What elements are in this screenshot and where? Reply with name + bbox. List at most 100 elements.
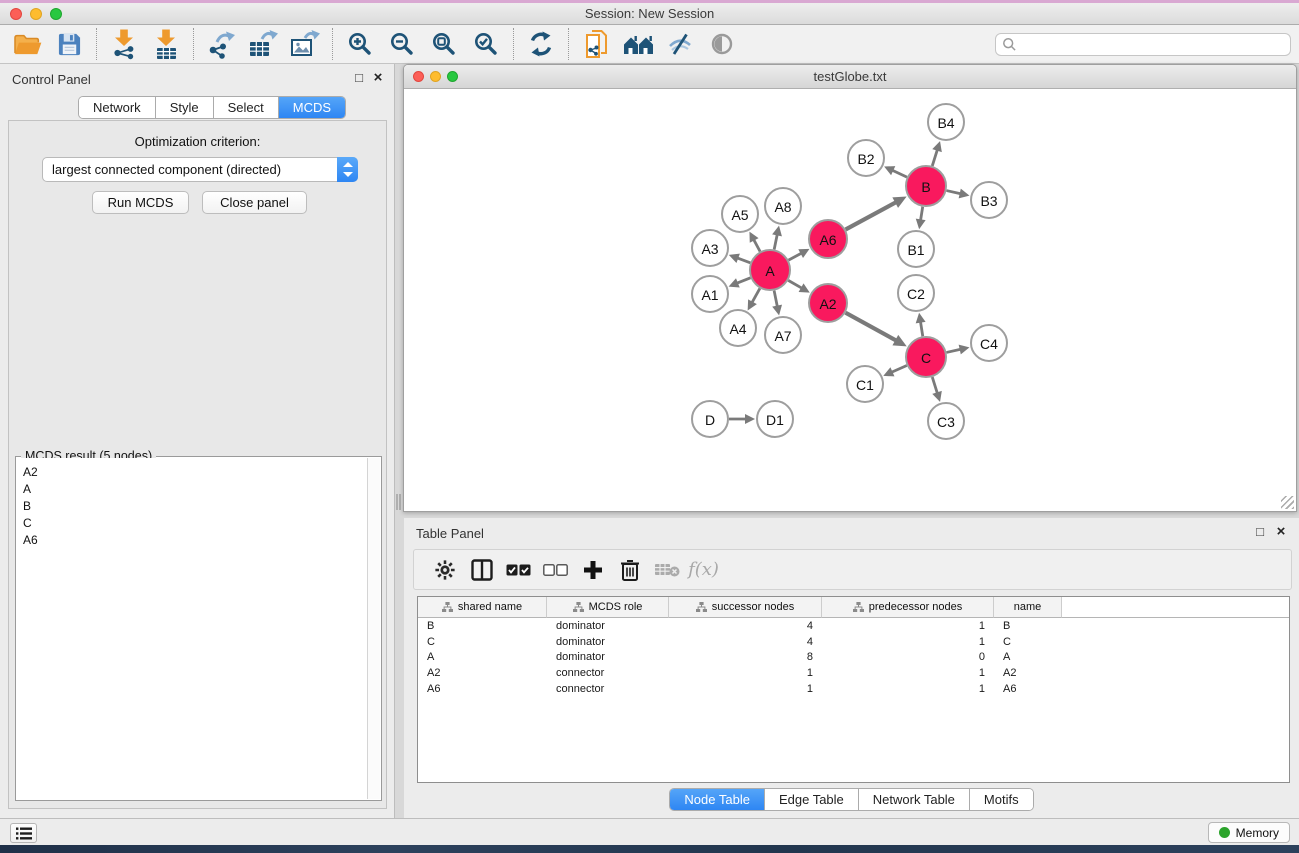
node-B1[interactable]: B1 (898, 231, 934, 267)
select-all-rows-button[interactable] (500, 551, 537, 588)
criterion-dropdown[interactable]: largest connected component (directed) (42, 157, 358, 182)
export-network-button[interactable] (200, 26, 242, 63)
edge-A-A6[interactable] (789, 249, 810, 260)
cell-predecessor-nodes[interactable]: 1 (822, 667, 994, 679)
close-panel-button[interactable]: Close panel (202, 191, 307, 214)
save-session-button[interactable] (48, 26, 90, 63)
edge-B-B2[interactable] (884, 166, 907, 177)
panel-splitter-grip[interactable] (396, 494, 401, 510)
show-view-button[interactable] (701, 26, 743, 63)
tab-network[interactable]: Network (79, 97, 156, 118)
cell-successor-nodes[interactable]: 4 (669, 620, 822, 632)
cell-shared-name[interactable]: A (418, 651, 547, 663)
node-B[interactable]: B (906, 166, 946, 206)
edge-C-C1[interactable] (883, 365, 907, 376)
edge-A-A1[interactable] (729, 278, 751, 288)
node-A[interactable]: A (750, 250, 790, 290)
toggle-panes-button[interactable] (463, 551, 500, 588)
table-float-panel-icon[interactable]: □ (1253, 524, 1267, 539)
node-A6[interactable]: A6 (809, 220, 847, 258)
zoom-selected-button[interactable] (465, 26, 507, 63)
table-tab-edge-table[interactable]: Edge Table (765, 789, 859, 810)
node-D[interactable]: D (692, 401, 728, 437)
node-B2[interactable]: B2 (848, 140, 884, 176)
node-B4[interactable]: B4 (928, 104, 964, 140)
table-tab-node-table[interactable]: Node Table (670, 789, 765, 810)
table-tab-network-table[interactable]: Network Table (859, 789, 970, 810)
main-titlebar[interactable]: Session: New Session (0, 3, 1299, 25)
node-A5[interactable]: A5 (722, 196, 758, 232)
cell-successor-nodes[interactable]: 1 (669, 683, 822, 695)
cell-shared-name[interactable]: C (418, 636, 547, 648)
cell-MCDS-role[interactable]: dominator (547, 620, 669, 632)
cell-shared-name[interactable]: A6 (418, 683, 547, 695)
column-header-shared-name[interactable]: shared name (418, 597, 547, 618)
table-row[interactable]: Bdominator41B (418, 618, 1289, 634)
cell-predecessor-nodes[interactable]: 1 (822, 636, 994, 648)
node-C1[interactable]: C1 (847, 366, 883, 402)
window-resize-grip[interactable] (1281, 496, 1294, 509)
cell-successor-nodes[interactable]: 1 (669, 667, 822, 679)
edge-B-B3[interactable] (946, 189, 969, 199)
cell-predecessor-nodes[interactable]: 1 (822, 683, 994, 695)
cell-MCDS-role[interactable]: connector (547, 667, 669, 679)
node-A2[interactable]: A2 (809, 284, 847, 322)
node-A8[interactable]: A8 (765, 188, 801, 224)
edge-A-A8[interactable] (772, 226, 782, 250)
cell-successor-nodes[interactable]: 4 (669, 636, 822, 648)
table-settings-button[interactable] (426, 551, 463, 588)
zoom-out-button[interactable] (381, 26, 423, 63)
cell-name[interactable]: A (994, 651, 1062, 663)
create-column-button[interactable] (574, 551, 611, 588)
node-C4[interactable]: C4 (971, 325, 1007, 361)
cell-name[interactable]: A2 (994, 667, 1062, 679)
network-window-titlebar[interactable]: testGlobe.txt (404, 65, 1296, 89)
tab-style[interactable]: Style (156, 97, 214, 118)
search-field[interactable] (995, 33, 1291, 56)
cell-name[interactable]: B (994, 620, 1062, 632)
close-panel-icon[interactable]: × (371, 69, 385, 86)
node-A1[interactable]: A1 (692, 276, 728, 312)
edge-B-B4[interactable] (932, 141, 942, 166)
column-header-name[interactable]: name (994, 597, 1062, 618)
cell-shared-name[interactable]: B (418, 620, 547, 632)
network-canvas[interactable]: AA1A2A3A4A5A6A7A8BB1B2B3B4CC1C2C3C4DD1 (405, 90, 1295, 510)
table-row[interactable]: Cdominator41C (418, 634, 1289, 650)
export-table-button[interactable] (242, 26, 284, 63)
cell-shared-name[interactable]: A2 (418, 667, 547, 679)
delete-table-button[interactable] (648, 551, 685, 588)
edge-A-A4[interactable] (748, 288, 760, 310)
tab-select[interactable]: Select (214, 97, 279, 118)
cell-successor-nodes[interactable]: 8 (669, 651, 822, 663)
run-mcds-button[interactable]: Run MCDS (92, 191, 189, 214)
node-A3[interactable]: A3 (692, 230, 728, 266)
node-A4[interactable]: A4 (720, 310, 756, 346)
memory-button[interactable]: Memory (1208, 822, 1290, 843)
function-builder-button[interactable]: f(x) (685, 551, 722, 588)
task-history-button[interactable] (10, 823, 37, 843)
cell-name[interactable]: C (994, 636, 1062, 648)
refresh-view-button[interactable] (520, 26, 562, 63)
node-C[interactable]: C (906, 337, 946, 377)
cell-MCDS-role[interactable]: dominator (547, 651, 669, 663)
table-row[interactable]: A2connector11A2 (418, 665, 1289, 681)
node-C3[interactable]: C3 (928, 403, 964, 439)
node-C2[interactable]: C2 (898, 275, 934, 311)
zoom-fit-button[interactable] (423, 26, 465, 63)
import-table-button[interactable] (145, 26, 187, 63)
zoom-in-button[interactable] (339, 26, 381, 63)
result-scrollbar[interactable] (367, 458, 380, 799)
cell-predecessor-nodes[interactable]: 1 (822, 620, 994, 632)
table-close-panel-icon[interactable]: × (1274, 523, 1288, 540)
table-tab-motifs[interactable]: Motifs (970, 789, 1033, 810)
edge-B-B1[interactable] (916, 207, 926, 230)
delete-column-button[interactable] (611, 551, 648, 588)
node-A7[interactable]: A7 (765, 317, 801, 353)
edge-D-D1[interactable] (729, 414, 755, 424)
column-header-successor-nodes[interactable]: successor nodes (669, 597, 822, 618)
node-B3[interactable]: B3 (971, 182, 1007, 218)
import-network-button[interactable] (103, 26, 145, 63)
cell-name[interactable]: A6 (994, 683, 1062, 695)
edge-A-A5[interactable] (749, 232, 760, 252)
edge-A-A7[interactable] (772, 291, 782, 316)
